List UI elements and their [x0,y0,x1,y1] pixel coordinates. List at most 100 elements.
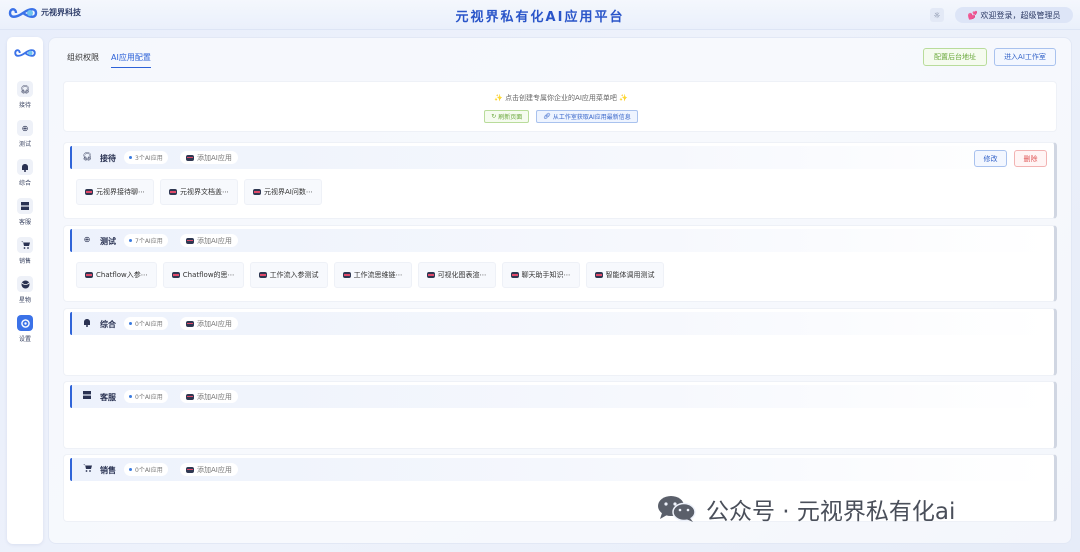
add-ai-app-button[interactable]: 添加AI应用 [180,151,238,164]
app-count-badge: 7个AI应用 [124,234,168,247]
edit-button[interactable]: 修改 [974,150,1007,167]
sidebar-item-planet[interactable]: 星物 [7,276,43,304]
user-welcome-badge[interactable]: 💕 欢迎登录，超级管理员 [955,7,1073,23]
robot-icon [594,272,603,278]
globe-icon: ⊕ [17,120,33,136]
sidebar-item-label: 客服 [18,219,31,226]
app-list: 元视界接待聊⋯ 元视界文档盖⋯ 元视界AI问数⋯ [76,179,322,205]
add-ai-app-button[interactable]: 添加AI应用 [180,234,238,247]
app-card[interactable]: 元视界AI问数⋯ [244,179,322,205]
headset-icon: 🎧︎ [82,152,93,161]
tab-org-permissions[interactable]: 组织权限 [67,52,99,68]
sidebar-item-label: 接待 [18,102,31,109]
app-count-badge: 3个AI应用 [124,151,168,164]
sidebar-item-label: 测试 [18,141,31,148]
sidebar-item-label: 销售 [18,258,31,265]
sun-icon: ☼ [933,10,941,20]
sparkle-icon: ✨ [619,94,628,102]
robot-icon [186,237,194,244]
globe-icon: ⊕ [83,235,91,244]
app-card[interactable]: 可视化图表渲⋯ [417,262,496,288]
app-card[interactable]: 工作流入参测试 [249,262,328,288]
add-ai-app-button[interactable]: 添加AI应用 [180,390,238,403]
top-bar: 元视界科技 元视界私有化AI应用平台 ☼ 💕 欢迎登录，超级管理员 [0,0,1080,30]
app-count-badge: 0个AI应用 [124,317,168,330]
sparkle-icon: ✨ [494,94,503,102]
app-card[interactable]: 元视界文档盖⋯ [160,179,238,205]
watermark-text: 公众号 · 元视界私有化ai [706,499,956,525]
welcome-text: 欢迎登录，超级管理员 [980,10,1061,20]
robot-icon [186,466,194,473]
section-header: 客服 0个AI应用 添加AI应用 [70,385,1048,408]
server-icon [17,198,33,214]
wechat-icon [656,494,698,524]
robot-icon [85,272,93,278]
planet-icon [17,276,33,292]
bell-icon [82,318,92,329]
app-card[interactable]: Chatflow的思⋯ [162,262,244,288]
sidebar-item-general[interactable]: 综合 [7,159,43,187]
fetch-latest-button[interactable]: 🔗︎ 从工作室获取AI应用最新信息 [536,110,638,123]
app-card[interactable]: 工作流思维链⋯ [333,262,412,288]
refresh-page-button[interactable]: ↻ 刷新页面 [484,110,530,123]
app-group-general: 综合 0个AI应用 添加AI应用 [63,308,1057,376]
theme-toggle-button[interactable]: ☼ [930,8,944,22]
heart-icon: 💕 [967,10,978,20]
robot-icon [186,320,194,327]
sidebar-item-settings[interactable]: 设置 [7,315,43,343]
link-icon: 🔗︎ [543,113,551,120]
app-group-test: ⊕ 测试 7个AI应用 添加AI应用 Chatflow入参⋯ Chatflow的… [63,225,1057,302]
refresh-icon: ↻ [491,113,497,120]
sidebar-item-test[interactable]: ⊕ 测试 [7,120,43,148]
robot-icon [253,189,261,195]
app-count-badge: 0个AI应用 [124,390,168,403]
app-group-reception: 🎧︎ 接待 3个AI应用 添加AI应用 修改 删除 元视界接待聊⋯ 元视界文档盖… [63,142,1057,219]
enter-workspace-button[interactable]: 进入AI工作室 [994,48,1056,66]
section-header: ⊕ 测试 7个AI应用 添加AI应用 [70,229,1048,252]
sidebar-item-label: 星物 [18,297,31,304]
robot-icon [342,272,351,278]
main-panel: 组织权限 AI应用配置 配置后台地址 进入AI工作室 ✨ 点击创建专属你企业的A… [48,37,1072,544]
section-header: 🎧︎ 接待 3个AI应用 添加AI应用 修改 删除 [70,146,1048,169]
bell-icon [17,159,33,175]
robot-icon [186,393,194,400]
section-header: 综合 0个AI应用 添加AI应用 [70,312,1048,335]
robot-icon [186,154,194,161]
create-notice-banner: ✨ 点击创建专属你企业的AI应用菜单吧 ✨ ↻ 刷新页面 🔗︎ 从工作室获取AI… [63,81,1057,132]
settings-icon [17,315,33,331]
sidebar-item-service[interactable]: 客服 [7,198,43,226]
sidebar: 🎧︎ 接待 ⊕ 测试 综合 客服 销售 星物 设置 [7,37,43,544]
tab-ai-app-config[interactable]: AI应用配置 [111,52,151,68]
app-card[interactable]: 智能体调用测试 [585,262,664,288]
add-ai-app-button[interactable]: 添加AI应用 [180,463,238,476]
section-header: 销售 0个AI应用 添加AI应用 [70,458,1048,481]
sidebar-logo-icon [13,47,37,61]
robot-icon [510,272,519,278]
wechat-watermark: 公众号 · 元视界私有化ai [656,492,955,526]
tab-bar: 组织权限 AI应用配置 [67,52,151,68]
app-card[interactable]: 聊天助手知识⋯ [501,262,580,288]
app-list: Chatflow入参⋯ Chatflow的思⋯ 工作流入参测试 工作流思维链⋯ … [76,262,664,288]
robot-icon [169,189,177,195]
sidebar-item-sales[interactable]: 销售 [7,237,43,265]
cart-icon [82,464,92,474]
section-title: 接待 [100,154,116,163]
sidebar-item-label: 综合 [18,180,31,187]
notice-text: 点击创建专属你企业的AI应用菜单吧 [505,94,617,102]
app-count-badge: 0个AI应用 [124,463,168,476]
app-card[interactable]: 元视界接待聊⋯ [76,179,154,205]
sidebar-item-label: 设置 [18,336,31,343]
section-title: 销售 [100,466,116,475]
section-title: 综合 [100,320,116,329]
section-title: 测试 [100,237,116,246]
add-ai-app-button[interactable]: 添加AI应用 [180,317,238,330]
cart-icon [17,237,33,253]
robot-icon [258,272,267,278]
sidebar-item-reception[interactable]: 🎧︎ 接待 [7,81,43,109]
robot-icon [85,189,93,195]
robot-icon [426,272,435,278]
delete-button[interactable]: 删除 [1014,150,1047,167]
app-group-service: 客服 0个AI应用 添加AI应用 [63,381,1057,449]
config-backend-button[interactable]: 配置后台地址 [923,48,987,66]
app-card[interactable]: Chatflow入参⋯ [76,262,157,288]
